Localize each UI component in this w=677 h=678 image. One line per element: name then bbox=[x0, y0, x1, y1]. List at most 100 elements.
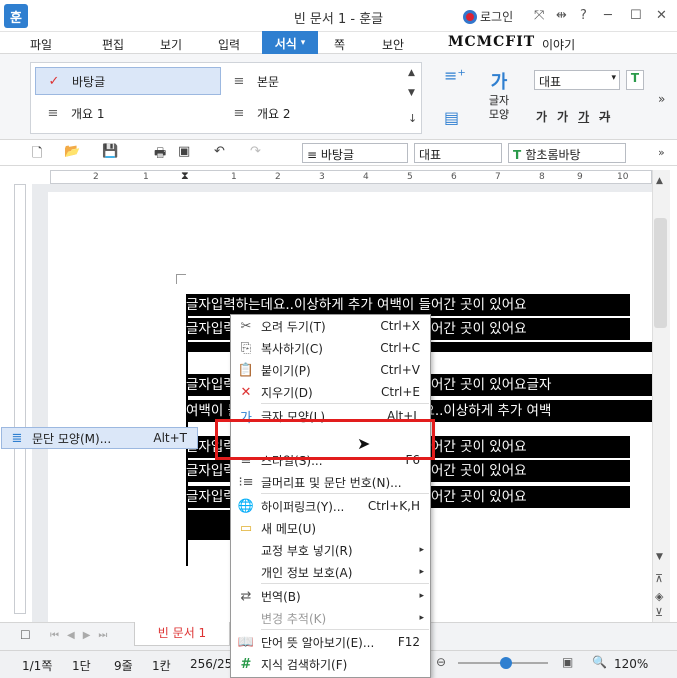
preview-icon[interactable]: ▣ bbox=[178, 144, 190, 159]
status-position: 256/25 bbox=[190, 657, 233, 671]
mouse-pointer-icon: ➤ bbox=[357, 434, 371, 453]
watermark: MCMCFIT bbox=[448, 34, 536, 50]
hash-icon: # bbox=[240, 656, 252, 672]
style-check-icon: ✓ bbox=[48, 73, 60, 89]
restore-ribbon-icon[interactable]: ⇹ bbox=[556, 8, 567, 23]
menu-file[interactable]: 파일 bbox=[30, 36, 52, 53]
indent-marker-icon[interactable]: ⧗ bbox=[181, 169, 189, 183]
minimize-icon[interactable]: ─ bbox=[604, 8, 612, 23]
login-button[interactable]: 로그인 bbox=[463, 8, 513, 25]
font-size-up-button[interactable]: 가 bbox=[536, 108, 547, 125]
language-combo[interactable]: 대표 bbox=[414, 143, 502, 163]
magnifier-icon[interactable]: 🔍 bbox=[592, 655, 607, 669]
print-icon[interactable]: 🖶 bbox=[154, 144, 166, 166]
fullscreen-icon[interactable]: ⤧ bbox=[534, 8, 544, 23]
scroll-up-icon[interactable]: ▲ bbox=[656, 176, 663, 186]
submenu-arrow-icon: ▸ bbox=[419, 613, 424, 623]
style-item-outline2[interactable]: ≡ 개요 2 bbox=[221, 99, 407, 127]
font-color-icon[interactable]: T bbox=[626, 70, 644, 90]
ribbon-collapse-icon[interactable]: » bbox=[658, 92, 665, 106]
menu-insert[interactable]: 입력 bbox=[218, 36, 240, 53]
highlight-annotation-box bbox=[215, 419, 435, 460]
tab-nav-arrows-icon[interactable]: ⏮◀▶⏭ bbox=[50, 630, 115, 641]
font-size-down-button[interactable]: 가 bbox=[557, 108, 568, 125]
font-name-combo[interactable]: T 함초롬바탕 bbox=[508, 143, 626, 163]
menu-separator bbox=[261, 583, 429, 584]
submenu-arrow-icon: ▸ bbox=[419, 591, 424, 601]
page-down-icon[interactable]: ⊻ bbox=[655, 606, 663, 619]
chevron-down-icon: ▾ bbox=[611, 73, 616, 83]
font-select[interactable]: 대표 ▾ bbox=[534, 70, 620, 90]
menu-edit[interactable]: 편집 bbox=[102, 36, 124, 53]
menu-item-proofread[interactable]: 교정 부호 넣기(R) ▸ bbox=[231, 539, 430, 561]
menu-item-privacy[interactable]: 개인 정보 보호(A) ▸ bbox=[231, 561, 430, 583]
style-item-body[interactable]: ✓ 바탕글 bbox=[35, 67, 221, 95]
menu-item-hyperlink[interactable]: 🌐 하이퍼링크(Y)... Ctrl+K,H bbox=[231, 495, 430, 517]
status-zoom[interactable]: 120% bbox=[614, 657, 648, 671]
vertical-ruler[interactable] bbox=[14, 184, 26, 614]
document-line[interactable]: 글자입력하는데요..이상하게 추가 여백이 들어간 곳이 있어요 bbox=[186, 294, 630, 316]
menu-format[interactable]: 서식 ▾ bbox=[262, 31, 318, 55]
zoom-fit-icon[interactable]: ▣ bbox=[562, 655, 573, 669]
style-item-outline1[interactable]: ≡ 개요 1 bbox=[35, 99, 221, 127]
scissors-icon: ✂ bbox=[240, 318, 252, 334]
paragraph-shape-icon: ≣ bbox=[11, 430, 23, 446]
style-item-text[interactable]: ≡ 본문 bbox=[221, 67, 407, 95]
delete-icon: ✕ bbox=[240, 384, 252, 400]
page-up-icon[interactable]: ⊼ bbox=[655, 572, 663, 585]
tab-list-icon[interactable]: ☐ bbox=[20, 628, 31, 642]
font-size-buttons: 가 가 가 가 bbox=[536, 108, 610, 125]
strike-button[interactable]: 가 bbox=[599, 108, 610, 125]
new-document-icon[interactable]: 🗋 bbox=[32, 144, 42, 166]
help-icon[interactable]: ? bbox=[580, 8, 587, 23]
char-shape-button[interactable]: 가 글자 모양 bbox=[486, 68, 512, 122]
menu-story[interactable]: 이야기 bbox=[542, 36, 575, 53]
menu-security[interactable]: 보안 bbox=[382, 36, 404, 53]
menu-item-knowledge-search[interactable]: # 지식 검색하기(F) bbox=[231, 653, 430, 675]
status-section: 1단 bbox=[72, 659, 91, 673]
scroll-down-icon[interactable]: ▼ bbox=[408, 88, 415, 98]
zoom-slider-knob[interactable] bbox=[500, 657, 512, 669]
menu-item-paragraph-shape[interactable]: ≣ 문단 모양(M)... Alt+T bbox=[1, 427, 198, 449]
style-combo[interactable]: ≡ 바탕글 bbox=[302, 143, 408, 163]
menu-item-translate[interactable]: ⇄ 번역(B) ▸ bbox=[231, 585, 430, 607]
menu-item-delete[interactable]: ✕ 지우기(D) Ctrl+E bbox=[231, 381, 430, 403]
menu-item-bullets[interactable]: ⁝≡ 글머리표 및 문단 번호(N)... bbox=[231, 471, 430, 493]
close-icon[interactable]: ✕ bbox=[656, 8, 667, 23]
page-select-icon[interactable]: ◈ bbox=[655, 590, 663, 603]
status-page[interactable]: 1/1쪽 bbox=[22, 657, 52, 674]
paragraph-lines-icon: ≡ bbox=[233, 105, 245, 121]
maximize-icon[interactable]: ☐ bbox=[630, 8, 642, 23]
scroll-up-icon[interactable]: ▲ bbox=[408, 68, 415, 78]
menu-item-dictionary[interactable]: 📖 단어 뜻 알아보기(E)... F12 bbox=[231, 631, 430, 653]
margin-corner-mark bbox=[176, 274, 186, 284]
copy-icon: ⎘ bbox=[240, 340, 252, 356]
zoom-out-icon[interactable]: ⊖ bbox=[436, 655, 446, 669]
menu-item-paste[interactable]: 📋 붙이기(P) Ctrl+V bbox=[231, 359, 430, 381]
menu-item-copy[interactable]: ⎘ 복사하기(C) Ctrl+C bbox=[231, 337, 430, 359]
underline-button[interactable]: 가 bbox=[578, 108, 589, 125]
undo-icon[interactable]: ↶ bbox=[214, 144, 225, 159]
redo-icon[interactable]: ↷ bbox=[250, 144, 261, 159]
scroll-down-icon[interactable]: ▼ bbox=[656, 552, 663, 562]
menu-separator bbox=[261, 403, 429, 404]
menu-item-new-memo[interactable]: ▭ 새 메모(U) bbox=[231, 517, 430, 539]
menu-page[interactable]: 쪽 bbox=[334, 36, 345, 53]
tab-document[interactable]: 빈 문서 1 bbox=[134, 622, 230, 646]
menu-item-track-changes[interactable]: 변경 추적(K) ▸ bbox=[231, 607, 430, 629]
bullet-list-icon: ⁝≡ bbox=[238, 474, 254, 490]
submenu-arrow-icon: ▸ bbox=[419, 567, 424, 577]
menu-view[interactable]: 보기 bbox=[160, 36, 182, 53]
menu-separator bbox=[261, 629, 429, 630]
dictionary-icon: 📖 bbox=[237, 634, 255, 650]
style-list-icon[interactable]: ▤ bbox=[444, 108, 459, 127]
scrollbar-thumb[interactable] bbox=[654, 218, 667, 328]
open-folder-icon[interactable]: 📂 bbox=[64, 144, 80, 159]
toolbar-expand-icon[interactable]: » bbox=[658, 146, 665, 159]
horizontal-ruler[interactable]: 2 1 ⧗ 1 2 3 4 5 6 7 8 9 10 bbox=[50, 169, 652, 184]
save-icon[interactable]: 💾 bbox=[102, 144, 118, 159]
expand-gallery-icon[interactable]: ↓ bbox=[408, 112, 417, 125]
window-title: 빈 문서 1 - 훈글 bbox=[293, 12, 384, 27]
add-style-icon[interactable]: ≡⁺ bbox=[444, 66, 466, 85]
menu-item-cut[interactable]: ✂ 오려 두기(T) Ctrl+X bbox=[231, 315, 430, 337]
